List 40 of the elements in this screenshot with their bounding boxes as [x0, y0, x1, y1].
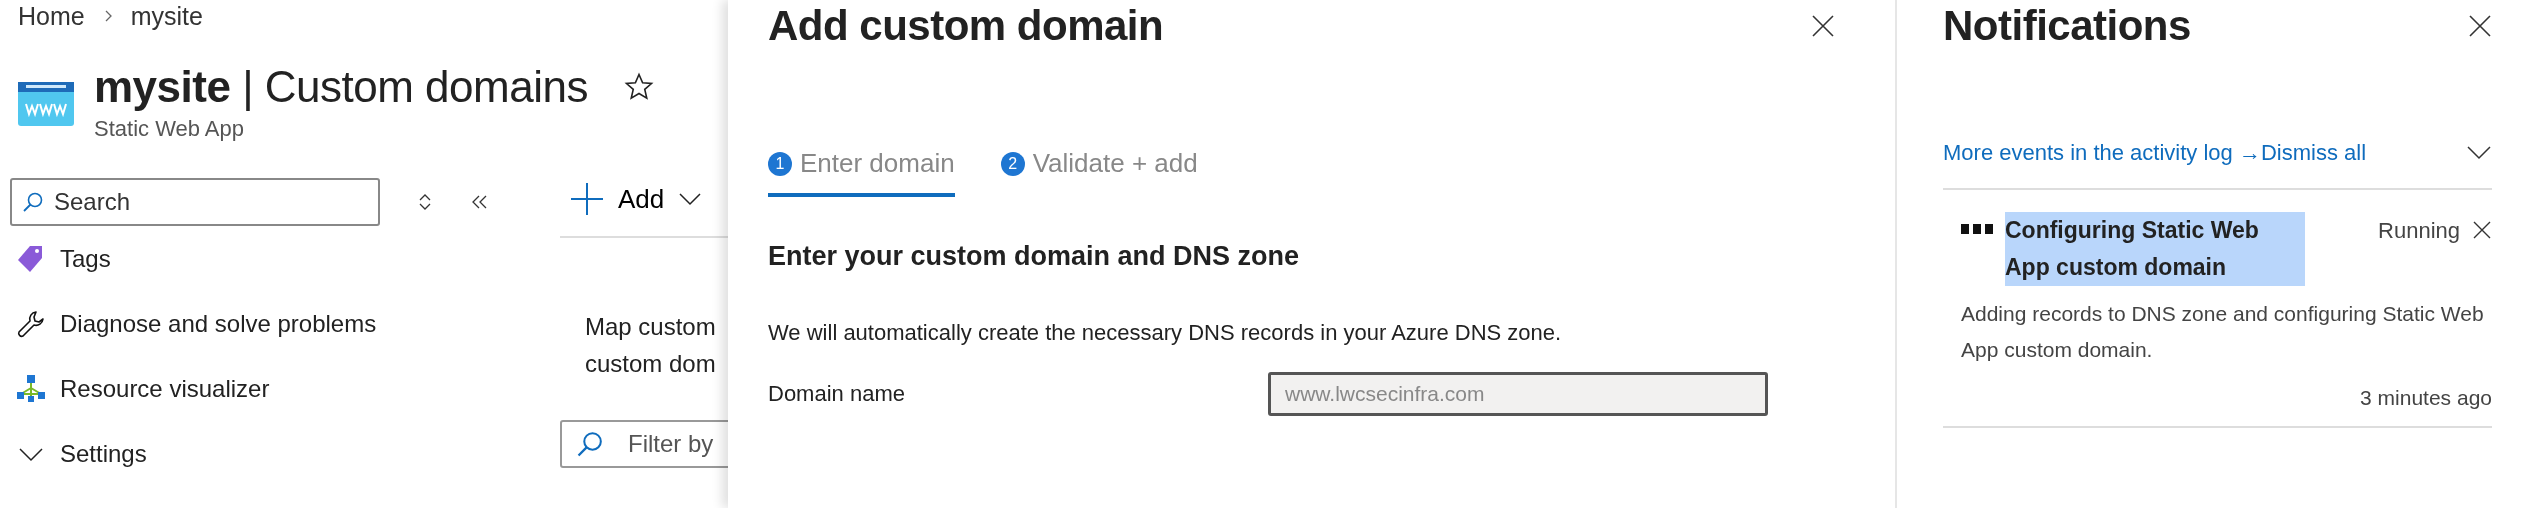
nav-item[interactable]: Settings — [10, 421, 147, 486]
close-icon[interactable] — [1811, 14, 1835, 38]
dialog-title: Add custom domain — [768, 2, 1164, 50]
step-number: 1 — [768, 151, 792, 176]
nav-item[interactable]: Tags — [10, 226, 111, 291]
page-title: mysite | Custom domains — [94, 62, 588, 112]
breadcrumb-link[interactable]: mysite — [130, 1, 203, 31]
nav-item[interactable]: Diagnose and solve problems — [10, 291, 377, 356]
sort-icon[interactable] — [418, 192, 432, 212]
description-text: We will automatically create the necessary DNS records in your Azure DNS zone. — [768, 320, 1563, 346]
web-app-icon — [18, 82, 74, 126]
notification-message: Adding records to DNS zone and configuring Static Web App custom domain. — [1961, 301, 2485, 363]
filter-field[interactable]: Filter by — [560, 420, 728, 468]
hierarchy-icon — [16, 373, 46, 404]
notification-title: Configuring Static Web App custom domain — [2005, 212, 2305, 286]
search-field[interactable]: Search — [10, 178, 380, 226]
breadcrumb-link[interactable]: Home — [18, 1, 85, 31]
wrench-icon — [16, 308, 46, 339]
star-icon[interactable] — [623, 72, 654, 102]
dismiss-all-link[interactable]: Dismiss all — [2260, 140, 2367, 166]
panel-title: Notifications — [1943, 2, 2191, 50]
step-tab[interactable]: 1 Enter domain — [768, 148, 955, 197]
field-label: Domain name — [768, 381, 906, 407]
chevron-down-icon — [678, 192, 703, 206]
description-text: Map custom — [585, 312, 717, 342]
step-number: 2 — [1000, 151, 1025, 176]
page-subtitle: Static Web App — [94, 116, 245, 142]
description-text: custom dom — [585, 349, 717, 379]
close-icon[interactable] — [2468, 14, 2492, 38]
chevron-down-icon[interactable] — [2466, 145, 2492, 161]
step-tab[interactable]: 2 Validate + add — [1000, 148, 1198, 197]
add-button[interactable]: Add — [560, 178, 703, 216]
close-icon[interactable] — [2472, 220, 2492, 240]
section-heading: Enter your custom domain and DNS zone — [768, 241, 1301, 272]
nav-item[interactable]: Resource visualizer — [10, 356, 270, 421]
activity-log-link[interactable]: More events in the activity log → — [1943, 140, 2261, 166]
timestamp: 3 minutes ago — [2359, 386, 2492, 410]
progress-dots-icon — [1961, 224, 1993, 234]
status-text: Running — [2378, 218, 2460, 244]
plus-icon — [570, 182, 604, 216]
